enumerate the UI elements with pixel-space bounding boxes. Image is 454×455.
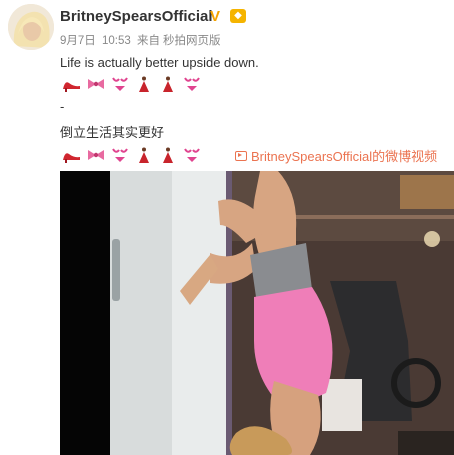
dancer-icon (156, 146, 180, 164)
source-prefix: 来自 (136, 35, 160, 47)
video-play-icon (235, 150, 247, 161)
dancer-icon (132, 75, 156, 93)
avatar[interactable] (8, 4, 54, 50)
post-meta: 9月7日 10:53 来自 秒拍网页版 (60, 32, 223, 48)
verified-icon[interactable]: V (210, 8, 220, 25)
video-player[interactable] (60, 171, 454, 455)
bikini-icon (108, 146, 132, 164)
username-link[interactable]: BritneySpearsOfficial (60, 8, 213, 25)
post-text-dash: - (60, 99, 65, 114)
bikini-icon (180, 75, 204, 93)
post-time[interactable]: 10:53 (102, 35, 131, 47)
emoji-row-2 (60, 146, 204, 164)
high-heel-icon (60, 146, 84, 164)
dancer-icon (132, 146, 156, 164)
video-link-label: BritneySpearsOfficial的微博视频 (251, 149, 438, 164)
ribbon-icon (84, 146, 108, 164)
high-heel-icon (60, 75, 84, 93)
post-text-chinese: 倒立生活其实更好 (60, 125, 165, 140)
bikini-icon (108, 75, 132, 93)
bikini-icon (180, 146, 204, 164)
vip-level-icon[interactable]: ◆ (230, 9, 246, 23)
post-source[interactable]: 秒拍网页版 (163, 35, 221, 47)
video-link[interactable]: BritneySpearsOfficial的微博视频 (235, 146, 437, 165)
dancer-icon (156, 75, 180, 93)
ribbon-icon (84, 75, 108, 93)
video-frame (60, 171, 454, 455)
emoji-row-1 (60, 75, 204, 93)
post-text-english: Life is actually better upside down. (60, 55, 259, 70)
post-date[interactable]: 9月7日 (60, 35, 96, 47)
